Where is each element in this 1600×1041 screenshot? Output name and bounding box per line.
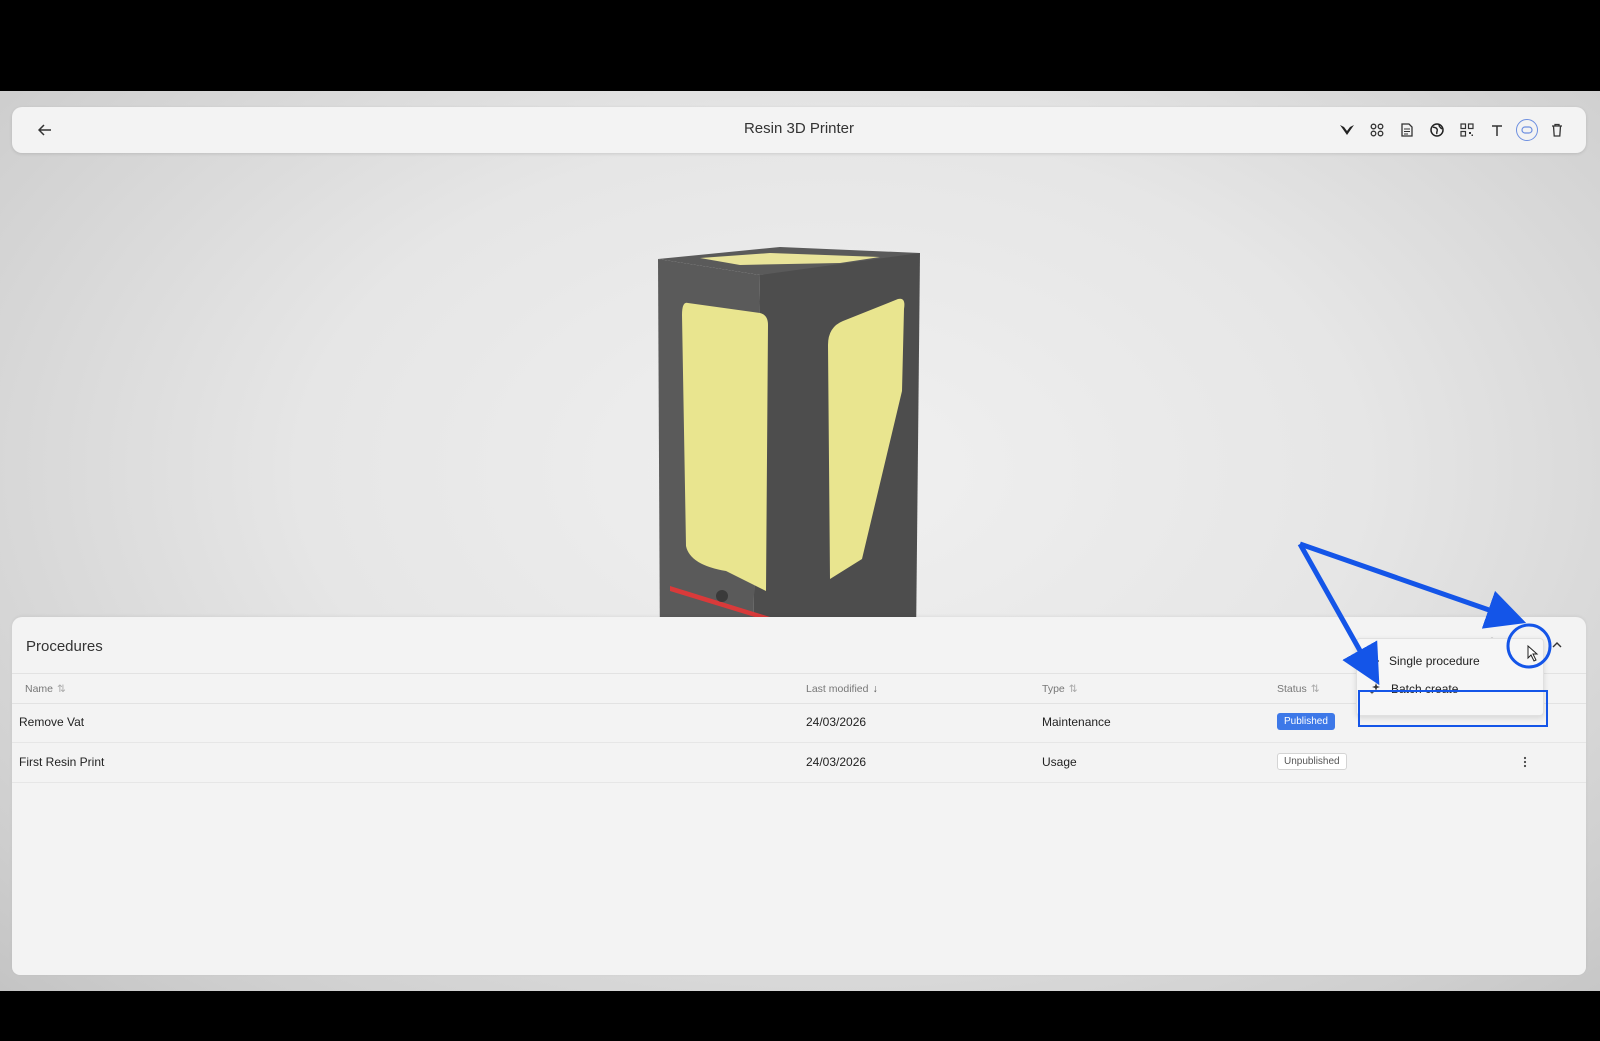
procedures-panel: Procedures Name ⇅ Last modified ↓ Type ⇅… — [12, 617, 1586, 975]
table-header: Name ⇅ Last modified ↓ Type ⇅ Status ⇅ — [12, 673, 1586, 704]
table-row[interactable]: First Resin Print 24/03/2026 Usage Unpub… — [12, 743, 1586, 783]
qr-icon[interactable] — [1456, 119, 1478, 141]
menu-item-label: Single procedure — [1389, 654, 1480, 668]
row-type: Maintenance — [1042, 715, 1111, 729]
chevron-up-icon — [1552, 641, 1562, 647]
menu-item-single-procedure[interactable]: Single procedure — [1369, 649, 1480, 673]
status-badge: Unpublished — [1277, 753, 1347, 770]
column-status[interactable]: Status ⇅ — [1277, 683, 1320, 695]
kebab-icon — [1523, 756, 1527, 768]
row-last-modified: 24/03/2026 — [806, 715, 867, 729]
column-type-label: Type — [1042, 683, 1065, 695]
sort-icon: ⇅ — [1310, 683, 1320, 695]
app-screen: Resin 3D Printer Procedures Name ⇅ Last … — [0, 91, 1600, 991]
circle-slider-icon[interactable] — [1516, 119, 1538, 141]
row-name: Remove Vat — [19, 715, 85, 729]
column-last-modified[interactable]: Last modified ↓ — [806, 683, 878, 695]
row-menu-button[interactable] — [1520, 754, 1530, 770]
top-bar: Resin 3D Printer — [12, 107, 1586, 153]
column-name[interactable]: Name ⇅ — [25, 683, 66, 695]
column-type[interactable]: Type ⇅ — [1042, 683, 1078, 695]
toolbar — [1336, 118, 1568, 142]
row-type: Usage — [1042, 755, 1077, 769]
trash-icon[interactable] — [1546, 119, 1568, 141]
row-name: First Resin Print — [19, 755, 105, 769]
sort-icon: ⇅ — [57, 683, 66, 695]
collapse-button[interactable] — [1548, 635, 1566, 653]
column-status-label: Status — [1277, 683, 1307, 695]
document-icon[interactable] — [1396, 119, 1418, 141]
column-last-modified-label: Last modified — [806, 683, 869, 695]
status-badge: Published — [1277, 713, 1335, 730]
panel-title: Procedures — [26, 638, 103, 655]
sort-desc-icon: ↓ — [872, 683, 878, 695]
wings-icon[interactable] — [1336, 119, 1358, 141]
batch-create-highlight — [1358, 690, 1548, 727]
globe-icon[interactable] — [1426, 119, 1448, 141]
grid-icon[interactable] — [1366, 119, 1388, 141]
column-name-label: Name — [25, 683, 54, 695]
plus-icon — [1369, 656, 1379, 666]
row-last-modified: 24/03/2026 — [806, 755, 867, 769]
text-icon[interactable] — [1486, 119, 1508, 141]
table-row[interactable]: Remove Vat 24/03/2026 Maintenance Publis… — [12, 703, 1586, 743]
sort-icon: ⇅ — [1068, 683, 1078, 695]
